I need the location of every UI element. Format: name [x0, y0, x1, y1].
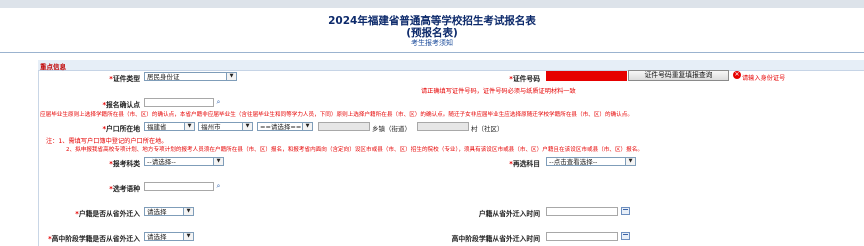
county-value: ==请选择==	[260, 123, 302, 131]
id-duplicate-check-button[interactable]: 证件号码重复填报查询	[628, 70, 729, 81]
search-icon[interactable]: ⌕	[214, 182, 223, 190]
hs-migrate-out-label: *高中阶段学籍是否从省外迁入	[48, 235, 140, 243]
migrate-time-input[interactable]	[546, 207, 618, 216]
confirm-point-note: 应届毕业生原则上选择学籍所在县（市、区）的确认点，本省户籍非应届毕业生（含往届毕…	[40, 112, 633, 118]
chevron-down-icon: ▼	[242, 123, 252, 130]
confirm-point-input[interactable]	[144, 98, 214, 107]
elective-select[interactable]: --点击查看选择-- ▼	[546, 157, 636, 166]
village-input[interactable]	[417, 122, 469, 131]
id-type-label: *证件类型	[109, 75, 140, 83]
confirm-point-label: *报名确认点	[102, 101, 140, 109]
migrate-out-value: 请选择	[147, 208, 167, 216]
top-bar	[0, 0, 864, 8]
chevron-down-icon: ▼	[302, 123, 312, 130]
language-label: *选考语种	[109, 185, 140, 193]
hs-migrate-time-label: 高中阶段学籍从省外迁入时间	[451, 235, 540, 243]
id-number-hint: 请正确填写证件号码，证件号码必须与纸质证明材料一致	[421, 88, 576, 95]
chevron-down-icon: ▼	[213, 158, 223, 165]
migrate-time-label: 户籍从省外迁入时间	[478, 210, 540, 218]
migrate-out-label: *户籍是否从省外迁入	[75, 210, 140, 218]
province-value: 福建省	[147, 123, 167, 131]
household-label: *户口所在地	[102, 125, 140, 133]
elective-label: *再选科目	[509, 160, 540, 168]
exam-type-value: --请选择--	[147, 158, 176, 166]
calendar-icon[interactable]	[621, 232, 630, 240]
language-input[interactable]	[144, 182, 214, 191]
header-divider	[0, 52, 864, 53]
town-suffix: 乡镇（街道）	[372, 125, 411, 133]
chevron-down-icon: ▼	[184, 123, 194, 130]
hs-migrate-time-input[interactable]	[546, 232, 618, 241]
calendar-icon[interactable]	[621, 207, 630, 215]
id-number-error: 请输入身份证号	[742, 75, 786, 82]
search-icon[interactable]: ⌕	[214, 98, 223, 106]
chevron-down-icon: ▼	[183, 208, 193, 215]
id-type-value: 居民身份证	[147, 73, 180, 81]
town-input[interactable]	[318, 122, 370, 131]
chevron-down-icon: ▼	[625, 158, 635, 165]
city-select[interactable]: 福州市 ▼	[198, 122, 253, 131]
section-title: 重点信息	[40, 63, 66, 71]
city-value: 福州市	[201, 123, 221, 131]
county-select[interactable]: ==请选择== ▼	[257, 122, 313, 131]
exam-type-select[interactable]: --请选择-- ▼	[144, 157, 224, 166]
error-icon: ✕	[733, 71, 741, 79]
id-number-label: *证件号码	[509, 75, 540, 83]
village-suffix: 村（社区）	[471, 125, 504, 133]
id-number-input[interactable]	[546, 71, 627, 81]
note-2: 2、拟申报我省高校专项计划、地方专项计划的报考人员须在户籍所在县（市、区）报名，…	[66, 147, 643, 153]
section-header: 重点信息	[38, 60, 864, 71]
hs-migrate-out-value: 请选择	[147, 233, 167, 241]
note-1: 注：1、需填写户口簿中登记的户口所在地。	[46, 138, 168, 145]
province-select[interactable]: 福建省 ▼	[144, 122, 195, 131]
elective-value: --点击查看选择--	[549, 158, 598, 166]
chevron-down-icon: ▼	[226, 73, 236, 80]
migrate-out-select[interactable]: 请选择 ▼	[144, 207, 194, 216]
exam-type-label: *报考科类	[109, 160, 140, 168]
hs-migrate-out-select[interactable]: 请选择 ▼	[144, 232, 194, 241]
id-type-select[interactable]: 居民身份证 ▼	[144, 72, 237, 81]
notice-link[interactable]: 考生报考须知	[0, 38, 864, 48]
chevron-down-icon: ▼	[183, 233, 193, 240]
